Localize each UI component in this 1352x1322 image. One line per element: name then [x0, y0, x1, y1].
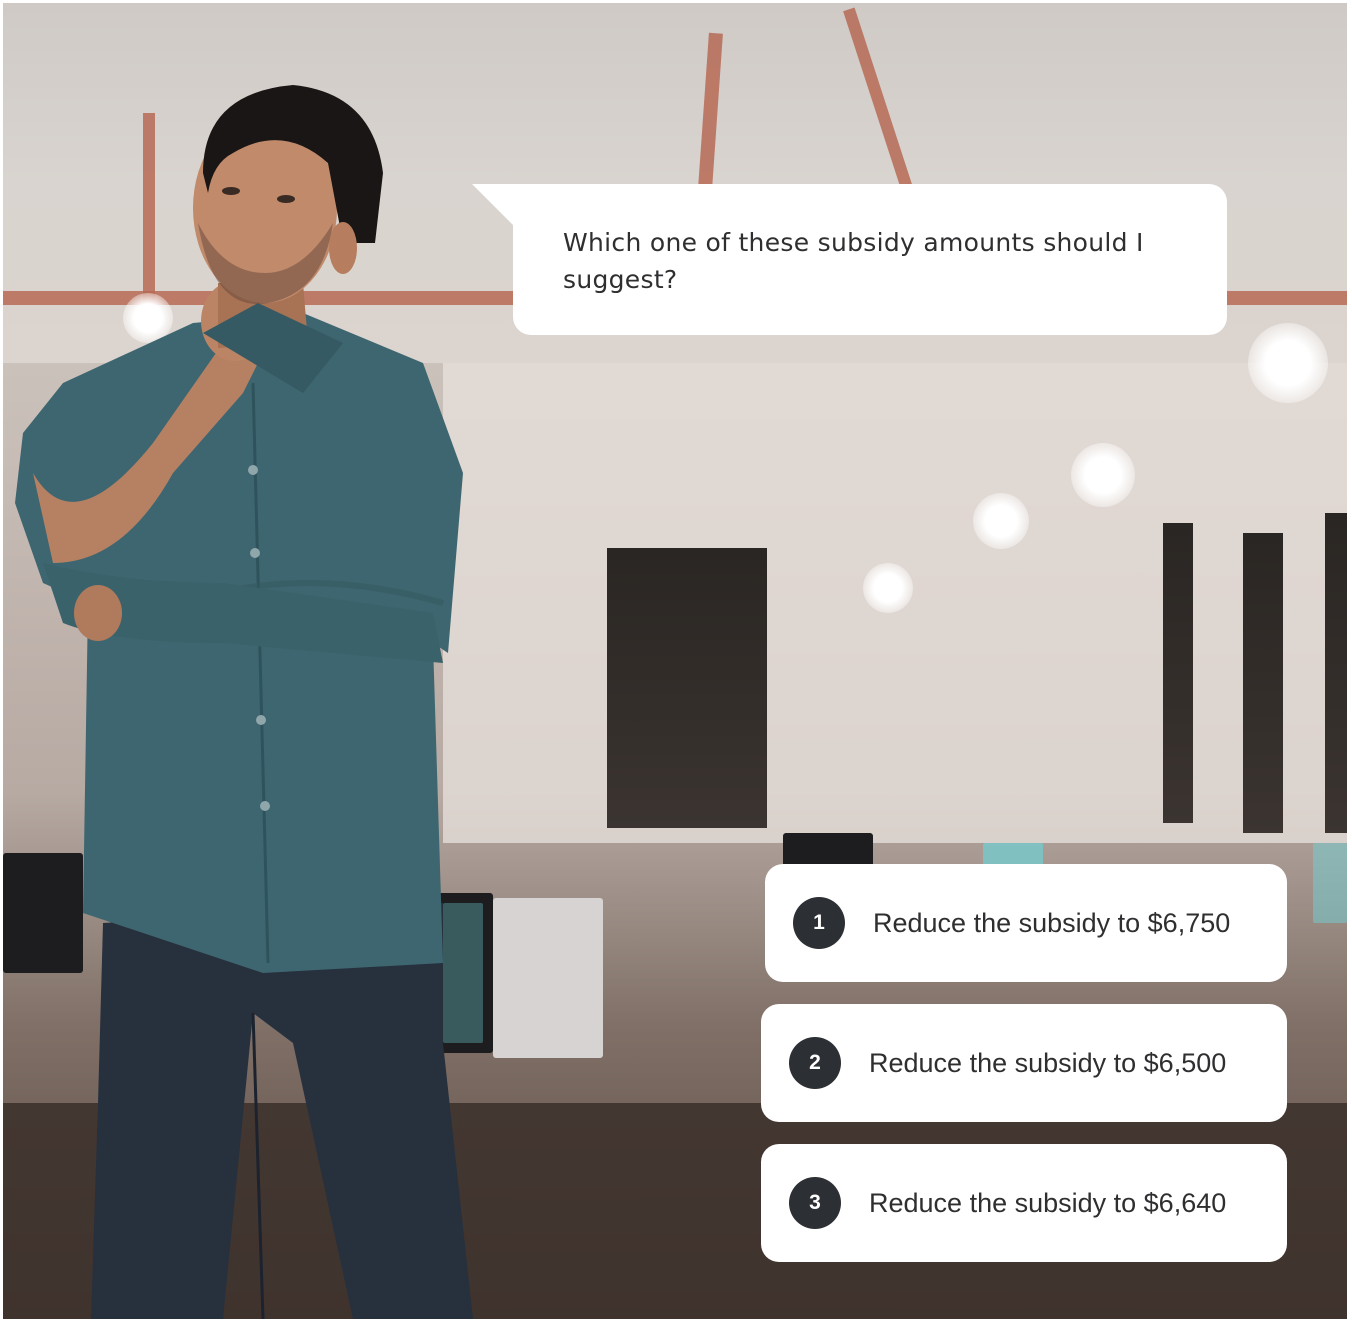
option-number-badge: 1	[793, 897, 845, 949]
option-label: Reduce the subsidy to $6,500	[869, 1047, 1227, 1078]
thinking-man-figure	[15, 85, 473, 1319]
window	[1163, 523, 1193, 823]
ceiling-light	[973, 493, 1029, 549]
window	[1325, 513, 1347, 833]
option-2-button[interactable]: 2 Reduce the subsidy to $6,500	[761, 1004, 1287, 1122]
question-text: Which one of these subsidy amounts shoul…	[563, 228, 1144, 294]
option-label: Reduce the subsidy to $6,750	[873, 907, 1231, 938]
ceiling-light	[1071, 443, 1135, 507]
option-number-badge: 3	[789, 1177, 841, 1229]
monitor-screen	[1313, 843, 1347, 923]
ceiling-light	[1248, 323, 1328, 403]
window	[1243, 533, 1283, 833]
window	[607, 548, 767, 828]
option-number-badge: 2	[789, 1037, 841, 1089]
ceiling-light	[863, 563, 913, 613]
speech-bubble: Which one of these subsidy amounts shoul…	[513, 184, 1227, 335]
option-3-button[interactable]: 3 Reduce the subsidy to $6,640	[761, 1144, 1287, 1262]
option-1-button[interactable]: 1 Reduce the subsidy to $6,750	[765, 864, 1287, 982]
option-label: Reduce the subsidy to $6,640	[869, 1187, 1227, 1218]
